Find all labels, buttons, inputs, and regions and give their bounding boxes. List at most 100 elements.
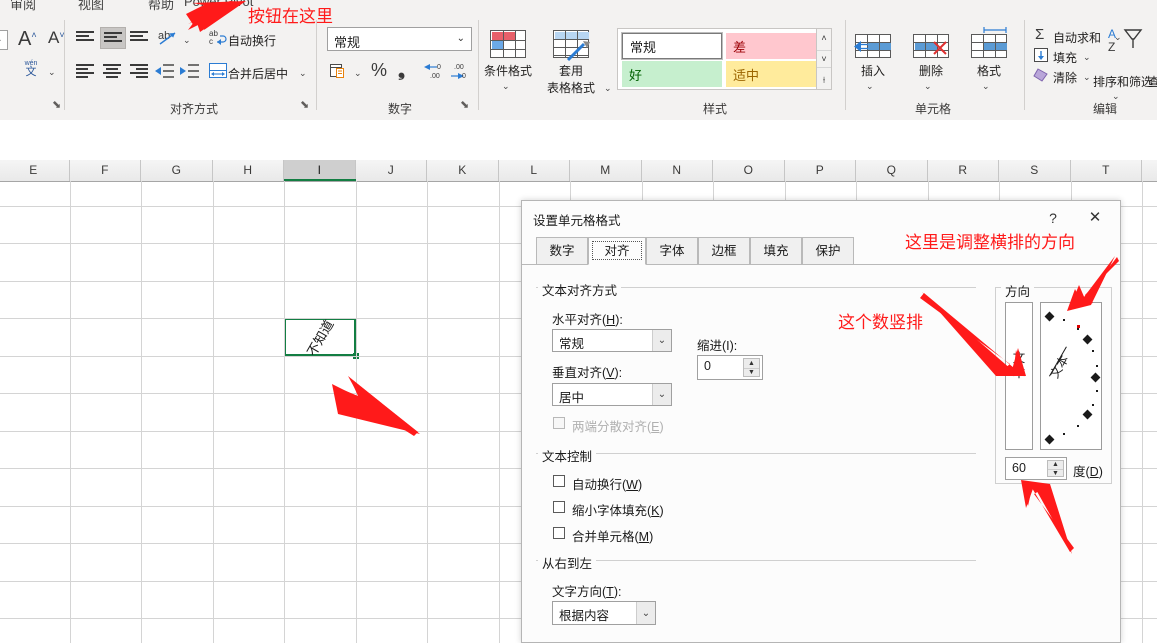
clear-chevron-icon[interactable]: ⌄	[1083, 69, 1091, 83]
dial-marker-30[interactable]	[1092, 350, 1094, 352]
orientation-dial[interactable]: 文本	[1040, 302, 1102, 450]
phonetic-guide-chevron[interactable]: ⌄	[48, 64, 56, 78]
insert-cells-chevron-icon[interactable]: ⌄	[866, 78, 874, 92]
ribbon-tab-view[interactable]: 视图	[78, 0, 104, 13]
column-header-f[interactable]: F	[70, 160, 141, 181]
align-middle-button[interactable]	[100, 27, 126, 49]
sort-filter-label[interactable]: 排序和筛选	[1093, 73, 1153, 90]
vertical-align-combo[interactable]: 居中 ⌄	[552, 383, 672, 406]
column-header-j[interactable]: J	[356, 160, 427, 181]
dial-marker-neg60[interactable]	[1077, 425, 1079, 427]
column-header-g[interactable]: G	[141, 160, 213, 181]
style-gallery-scrollbar[interactable]: ˄ ˅ ⍿	[816, 28, 832, 90]
help-icon[interactable]: ?	[1042, 208, 1064, 228]
delete-cells-chevron-icon[interactable]: ⌄	[924, 78, 932, 92]
format-cells-dialog[interactable]: 设置单元格格式 ? ✕ 数字 对齐 字体 边框 填充 保护 文本对齐方式 水平对…	[521, 200, 1121, 643]
wrap-text-checkbox[interactable]	[553, 475, 565, 487]
border-dropdown-chevron[interactable]: ⌄	[0, 64, 2, 78]
table-format-icon[interactable]	[553, 30, 590, 62]
align-center-button[interactable]	[100, 61, 124, 81]
merge-center-icon[interactable]	[209, 63, 227, 81]
tab-fill[interactable]: 填充	[750, 237, 802, 264]
tab-alignment[interactable]: 对齐	[588, 237, 646, 265]
tab-number[interactable]: 数字	[536, 237, 588, 264]
dial-marker-90[interactable]	[1044, 311, 1055, 322]
delete-cells-label[interactable]: 删除	[913, 62, 949, 79]
degree-spinner-down-icon[interactable]: ▼	[1048, 470, 1063, 478]
table-format-label-line1[interactable]: 套用	[548, 62, 594, 79]
ribbon-tab-review[interactable]: 审阅	[10, 0, 36, 13]
table-format-chevron-icon[interactable]: ⌄	[604, 80, 612, 94]
fill-icon[interactable]	[1034, 48, 1048, 65]
conditional-format-label[interactable]: 条件格式	[484, 62, 532, 79]
indent-spinner[interactable]: 0 ▲ ▼	[697, 355, 763, 380]
increase-decimal-icon[interactable]: 0 .00	[424, 63, 444, 82]
style-gallery-scroll-down[interactable]: ˅	[817, 50, 831, 68]
column-header-h[interactable]: H	[213, 160, 284, 181]
style-bad[interactable]: 差	[726, 33, 826, 59]
number-format-combo[interactable]: 常规 ⌄	[327, 27, 472, 51]
fill-label[interactable]: 填充	[1053, 49, 1077, 66]
delete-cells-icon[interactable]	[913, 34, 949, 58]
column-header-i[interactable]: I	[284, 160, 356, 181]
indent-spinner-up-icon[interactable]: ▲	[744, 359, 759, 369]
comma-style-icon[interactable]: ❟	[398, 60, 405, 81]
dial-marker-neg90[interactable]	[1044, 434, 1055, 445]
decrease-font-size-icon[interactable]: A˅	[48, 28, 65, 48]
align-bottom-button[interactable]	[127, 27, 151, 47]
column-header-o[interactable]: O	[713, 160, 785, 181]
merge-center-chevron-icon[interactable]: ⌄	[299, 65, 307, 79]
degree-spinner-up-icon[interactable]: ▲	[1048, 461, 1063, 470]
merge-center-label[interactable]: 合并后居中	[228, 65, 288, 82]
text-direction-combo[interactable]: 根据内容 ⌄	[552, 601, 656, 625]
shrink-to-fit-checkbox[interactable]	[553, 501, 565, 513]
clear-label[interactable]: 清除	[1053, 69, 1077, 86]
percent-style-icon[interactable]: %	[371, 60, 387, 81]
increase-indent-icon[interactable]	[180, 63, 200, 82]
clear-icon[interactable]	[1033, 68, 1048, 85]
style-normal[interactable]: 常规	[621, 32, 723, 60]
cell-styles-gallery[interactable]: 常规 差 好 适中	[617, 28, 831, 90]
column-header-m[interactable]: M	[570, 160, 642, 181]
find-select-label-partial[interactable]: 查	[1148, 73, 1157, 90]
sort-filter-icon[interactable]: A Z	[1108, 26, 1150, 59]
horizontal-align-combo[interactable]: 常规 ⌄	[552, 329, 672, 352]
increase-font-size-icon[interactable]: A˄	[18, 28, 37, 51]
dial-marker-neg30[interactable]	[1092, 404, 1094, 406]
dial-marker-75[interactable]	[1063, 319, 1065, 321]
horizontal-align-chevron-icon[interactable]: ⌄	[652, 330, 671, 351]
tab-font[interactable]: 字体	[646, 237, 698, 264]
indent-spinner-buttons[interactable]: ▲ ▼	[743, 358, 760, 377]
orientation-button[interactable]: ab	[158, 28, 180, 51]
alignment-dialog-launcher[interactable]: ⬊	[300, 98, 309, 111]
align-left-button[interactable]	[73, 61, 97, 81]
accounting-chevron-icon[interactable]: ⌄	[354, 65, 362, 79]
merge-cells-checkbox[interactable]	[553, 527, 565, 539]
text-direction-chevron-icon[interactable]: ⌄	[636, 602, 655, 624]
close-icon[interactable]: ✕	[1082, 208, 1108, 228]
vertical-align-chevron-icon[interactable]: ⌄	[652, 384, 671, 405]
ribbon-tab-help[interactable]: 帮助	[148, 0, 174, 13]
dial-marker-neg45[interactable]	[1082, 409, 1093, 420]
style-good[interactable]: 好	[622, 61, 722, 87]
font-size-combo-chevron[interactable]: ⌄	[0, 30, 8, 50]
dial-marker-15[interactable]	[1096, 365, 1098, 367]
table-format-label-line2[interactable]: 表格格式	[538, 79, 604, 96]
justify-distributed-checkbox[interactable]	[553, 417, 565, 429]
column-header-k[interactable]: K	[427, 160, 499, 181]
accounting-format-icon[interactable]	[330, 63, 348, 82]
phonetic-guide-icon[interactable]: wén 文	[18, 60, 44, 78]
column-header-s[interactable]: S	[999, 160, 1071, 181]
degree-spinner-buttons[interactable]: ▲ ▼	[1047, 460, 1064, 477]
align-top-button[interactable]	[73, 27, 97, 47]
dial-marker-60-dot[interactable]	[1077, 328, 1079, 330]
dial-marker-neg75[interactable]	[1063, 433, 1065, 435]
conditional-format-icon[interactable]	[490, 30, 526, 58]
dial-marker-0[interactable]	[1090, 372, 1101, 383]
column-header-q[interactable]: Q	[856, 160, 928, 181]
style-gallery-more[interactable]: ⍿	[817, 71, 831, 89]
column-header-e[interactable]: E	[0, 160, 70, 181]
decrease-decimal-icon[interactable]: .00 0	[450, 63, 470, 82]
style-gallery-scroll-up[interactable]: ˄	[817, 29, 831, 47]
autosum-label[interactable]: 自动求和	[1053, 29, 1101, 46]
